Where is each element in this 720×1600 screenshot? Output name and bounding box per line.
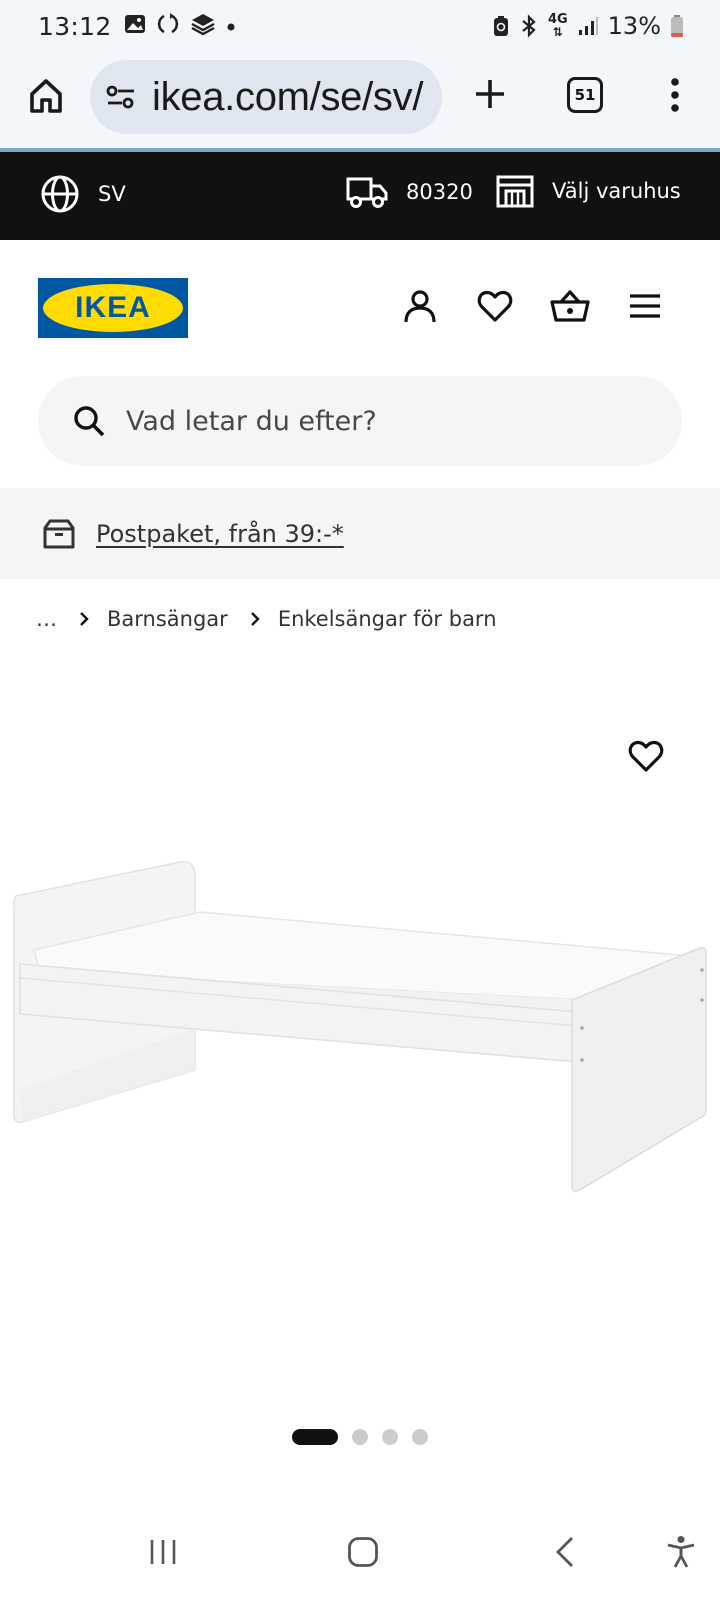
- logo-oval: IKEA: [43, 284, 183, 332]
- store-selector-button[interactable]: Välj varuhus: [496, 174, 681, 208]
- home-square-icon: [348, 1537, 378, 1567]
- sync-icon: [156, 12, 180, 40]
- site-settings-icon[interactable]: [104, 80, 138, 114]
- product-gallery[interactable]: [0, 660, 720, 1445]
- status-time: 13:12: [38, 11, 112, 41]
- battery-icon: [670, 14, 684, 38]
- main-menu-button[interactable]: [623, 284, 667, 328]
- breadcrumb-ellipsis[interactable]: …: [36, 607, 57, 631]
- globe-icon: [41, 175, 79, 213]
- basket-icon: [550, 290, 590, 322]
- bluetooth-icon: [519, 14, 539, 38]
- breadcrumb: … Barnsängar Enkelsängar för barn: [36, 604, 497, 634]
- tab-count: 51: [574, 86, 596, 104]
- gallery-dot-1[interactable]: [292, 1429, 338, 1445]
- add-to-favourites-button[interactable]: [622, 732, 670, 780]
- heart-icon: [628, 740, 664, 772]
- battery-percent: 13%: [607, 12, 661, 40]
- breadcrumb-item-enkelsangar[interactable]: Enkelsängar för barn: [278, 607, 497, 631]
- address-bar[interactable]: ikea.com/se/sv/: [90, 60, 442, 134]
- system-nav-bar: [0, 1500, 720, 1600]
- accessibility-icon: [667, 1536, 695, 1568]
- signal-icon: [577, 15, 599, 37]
- favourites-button[interactable]: [473, 284, 517, 328]
- back-chevron-icon: [556, 1537, 573, 1567]
- gallery-dot-4[interactable]: [412, 1429, 428, 1445]
- language-label: SV: [98, 182, 126, 206]
- dot-icon: [226, 17, 236, 36]
- truck-icon: [346, 177, 388, 208]
- image-icon: [124, 13, 146, 39]
- parcel-icon: [43, 519, 75, 548]
- tab-switcher-button[interactable]: 51: [567, 77, 603, 113]
- account-icon: [404, 290, 436, 323]
- gallery-dot-2[interactable]: [352, 1429, 368, 1445]
- language-selector[interactable]: SV: [40, 174, 126, 214]
- account-button[interactable]: [398, 284, 442, 328]
- breadcrumb-item-barnsangar[interactable]: Barnsängar: [107, 607, 228, 631]
- more-vert-icon: [671, 78, 679, 112]
- site-header: IKEA: [0, 240, 720, 360]
- ikea-logo[interactable]: IKEA: [38, 278, 188, 338]
- product-image[interactable]: [0, 860, 720, 1220]
- logo-text: IKEA: [75, 291, 151, 324]
- new-tab-button[interactable]: [468, 72, 512, 116]
- gallery-dot-3[interactable]: [382, 1429, 398, 1445]
- chevron-right-icon: [79, 611, 89, 627]
- promo-banner: Postpaket, från 39:-*: [0, 488, 720, 579]
- system-status: 4G ⇅ 13%: [492, 12, 684, 40]
- plus-icon: [476, 80, 504, 108]
- url-text: ikea.com/se/sv/: [152, 74, 424, 119]
- home-icon: [30, 79, 62, 113]
- accessibility-button[interactable]: [656, 1530, 706, 1574]
- recents-button[interactable]: [138, 1530, 188, 1574]
- promo-link[interactable]: Postpaket, från 39:-*: [96, 520, 344, 548]
- browser-menu-button[interactable]: [660, 72, 690, 118]
- recents-icon: [150, 1540, 176, 1564]
- menu-icon: [630, 294, 660, 318]
- gallery-pagination: [292, 1428, 428, 1446]
- heart-icon: [477, 290, 513, 322]
- search-placeholder: Vad letar du efter?: [126, 405, 377, 437]
- store-label: Välj varuhus: [552, 179, 681, 203]
- browser-toolbar: ikea.com/se/sv/ 51: [0, 52, 720, 148]
- notification-icons: [124, 12, 236, 40]
- home-nav-button[interactable]: [338, 1530, 388, 1574]
- search-icon: [74, 406, 105, 437]
- store-icon: [496, 175, 534, 208]
- postcode-label: 80320: [406, 180, 473, 204]
- status-bar: 13:12 4G ⇅ 13%: [0, 0, 720, 52]
- top-utility-bar: SV 80320 Välj varuhus: [0, 152, 720, 240]
- home-button[interactable]: [24, 74, 68, 118]
- network-type-label: 4G ⇅: [547, 12, 568, 39]
- stack-icon: [190, 12, 216, 40]
- delivery-postcode-button[interactable]: 80320: [346, 174, 473, 210]
- search-input[interactable]: Vad letar du efter?: [38, 376, 682, 466]
- chevron-right-icon: [250, 611, 260, 627]
- basket-button[interactable]: [548, 284, 592, 328]
- battery-saver-icon: [492, 15, 510, 37]
- back-button[interactable]: [540, 1530, 590, 1574]
